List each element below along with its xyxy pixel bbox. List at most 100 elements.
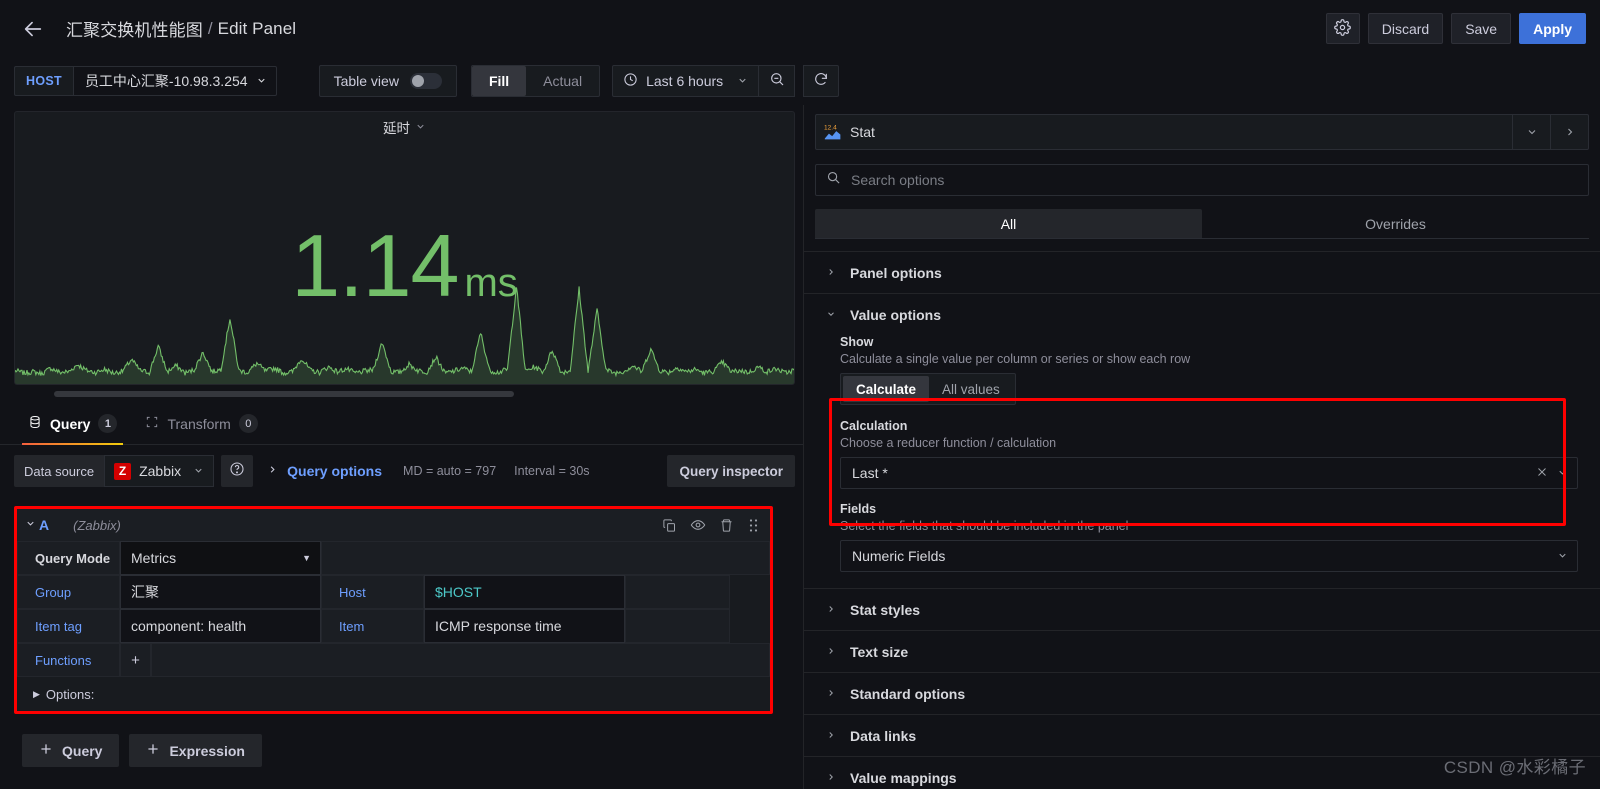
visualization-picker[interactable]: 12.4 Stat <box>815 114 1589 150</box>
tab-query[interactable]: Query 1 <box>14 403 131 445</box>
time-range-picker[interactable]: Last 6 hours <box>612 65 760 97</box>
calculation-value: Last * <box>852 465 888 481</box>
query-editor-highlight: A (Zabbix) Query Mode Metrics ▼ Group 汇聚… <box>14 506 773 714</box>
breadcrumb-separator: / <box>207 18 213 38</box>
item-input[interactable]: ICMP response time <box>424 609 625 643</box>
fill-actual-group: Fill Actual <box>470 65 601 97</box>
query-options-collapsible[interactable]: ▶ Options: <box>17 677 770 711</box>
section-value-mappings-label: Value mappings <box>850 769 957 786</box>
panel-horizontal-scrollbar[interactable] <box>54 391 514 397</box>
section-data-links-header[interactable]: Data links <box>804 715 1600 756</box>
chevron-down-icon[interactable] <box>1557 548 1568 564</box>
item-tag-input[interactable]: component: health <box>120 609 321 643</box>
datasource-picker[interactable]: Z Zabbix <box>104 455 215 487</box>
query-editor-header: A (Zabbix) <box>17 509 770 541</box>
apply-button[interactable]: Apply <box>1519 13 1586 44</box>
collapse-options-pane-icon[interactable] <box>1550 115 1588 149</box>
stat-body: 1.14 ms <box>15 138 794 384</box>
eye-icon[interactable] <box>690 517 706 533</box>
discard-button[interactable]: Discard <box>1367 13 1444 44</box>
back-arrow-icon[interactable] <box>18 14 48 44</box>
tab-transform[interactable]: Transform 0 <box>131 403 271 444</box>
breadcrumb-dashboard[interactable]: 汇聚交换机性能图 <box>66 16 203 41</box>
query-ref-id[interactable]: A <box>39 517 49 533</box>
section-standard-options: Standard options <box>804 672 1600 714</box>
chevron-down-icon[interactable] <box>25 518 36 532</box>
search-options-box[interactable] <box>815 164 1589 196</box>
panel-title: 延时 <box>383 121 410 136</box>
top-bar: 汇聚交换机性能图 / Edit Panel Discard Save Apply <box>0 0 1600 57</box>
query-editor-body: Query Mode Metrics ▼ Group 汇聚 Host $HOST… <box>17 541 770 711</box>
query-options-sub-label: Options: <box>45 686 95 702</box>
section-standard-options-header[interactable]: Standard options <box>804 673 1600 714</box>
chevron-right-icon <box>826 771 834 785</box>
datasource-help-button[interactable] <box>221 455 254 487</box>
panel-resize-handle[interactable] <box>789 282 793 342</box>
chevron-down-icon[interactable] <box>415 120 426 135</box>
add-query-button[interactable]: Query <box>22 734 120 767</box>
datasource-row: Data source Z Zabbix Query options MD = … <box>14 454 795 488</box>
trash-icon[interactable] <box>719 518 734 533</box>
chevron-down-icon <box>256 73 267 89</box>
stat-icon: 12.4 <box>816 123 850 141</box>
chevron-down-icon[interactable] <box>1557 465 1568 481</box>
calculation-select-actions <box>1536 465 1568 481</box>
search-options-wrap <box>815 164 1589 196</box>
fields-select[interactable]: Numeric Fields <box>840 540 1578 572</box>
panel-settings-button[interactable] <box>1325 13 1360 44</box>
save-button[interactable]: Save <box>1451 13 1512 44</box>
fields-value: Numeric Fields <box>852 548 946 564</box>
tab-transform-label: Transform <box>167 415 231 432</box>
chevron-down-icon <box>826 308 834 322</box>
refresh-button[interactable] <box>803 65 840 97</box>
add-query-buttons: Query Expression <box>22 734 803 767</box>
close-icon[interactable] <box>1536 465 1548 481</box>
section-panel-options-header[interactable]: Panel options <box>804 252 1600 293</box>
section-panel-options-label: Panel options <box>850 264 942 281</box>
show-all-values-option[interactable]: All values <box>929 376 1013 402</box>
tab-overrides[interactable]: Overrides <box>1202 209 1589 238</box>
drag-handle-icon[interactable] <box>747 518 760 533</box>
section-text-size-header[interactable]: Text size <box>804 631 1600 672</box>
section-value-options-header[interactable]: Value options <box>804 294 1600 335</box>
add-function-button[interactable]: + <box>120 643 151 677</box>
time-controls: Last 6 hours <box>612 65 840 97</box>
fill-button[interactable]: Fill <box>471 66 527 96</box>
host-input[interactable]: $HOST <box>424 575 625 609</box>
gear-icon <box>1334 18 1352 39</box>
fields-field-label: Fields <box>840 502 877 516</box>
max-data-points-meta: MD = auto = 797 <box>403 464 497 478</box>
section-stat-styles: Stat styles <box>804 588 1600 630</box>
host-variable-label: HOST <box>14 66 73 96</box>
stat-panel[interactable]: 延时 1.14 ms <box>14 111 795 385</box>
actual-button[interactable]: Actual <box>526 66 599 96</box>
host-variable-select[interactable]: 员工中心汇聚-10.98.3.254 <box>72 66 277 96</box>
query-options-label: Query options <box>287 463 383 479</box>
group-label: Group <box>17 575 120 609</box>
options-scroll-area[interactable]: Panel options Value options Show Calcula… <box>804 251 1600 789</box>
section-value-options-label: Value options <box>850 306 942 323</box>
group-input[interactable]: 汇聚 <box>120 575 321 609</box>
visualization-chevron-down-icon[interactable] <box>1512 115 1550 149</box>
query-tabs: Query 1 Transform 0 <box>0 403 803 445</box>
query-options-toggle[interactable]: Query options MD = auto = 797 Interval =… <box>267 463 590 479</box>
query-inspector-button[interactable]: Query inspector <box>667 455 795 487</box>
fields-field-desc: Select the fields that should be include… <box>840 519 1129 533</box>
section-stat-styles-header[interactable]: Stat styles <box>804 589 1600 630</box>
host-label: Host <box>321 575 424 609</box>
calculation-select[interactable]: Last * <box>840 457 1578 489</box>
panel-preview-area: 延时 1.14 ms <box>0 105 803 397</box>
left-pane: 延时 1.14 ms Query 1 Transform 0 Data sour… <box>0 105 803 789</box>
show-calculate-option[interactable]: Calculate <box>843 376 930 402</box>
table-view-toggle[interactable]: Table view <box>320 66 456 96</box>
tab-all[interactable]: All <box>815 209 1202 238</box>
query-mode-select[interactable]: Metrics ▼ <box>120 541 321 575</box>
table-view-label: Table view <box>333 73 399 89</box>
add-expression-button[interactable]: Expression <box>129 734 262 767</box>
datasource-name: Zabbix <box>139 463 182 479</box>
table-view-switch[interactable] <box>409 73 442 89</box>
zoom-out-button[interactable] <box>759 65 796 97</box>
chevron-down-icon <box>737 73 748 89</box>
search-options-input[interactable] <box>851 172 1578 188</box>
copy-icon[interactable] <box>662 518 677 533</box>
